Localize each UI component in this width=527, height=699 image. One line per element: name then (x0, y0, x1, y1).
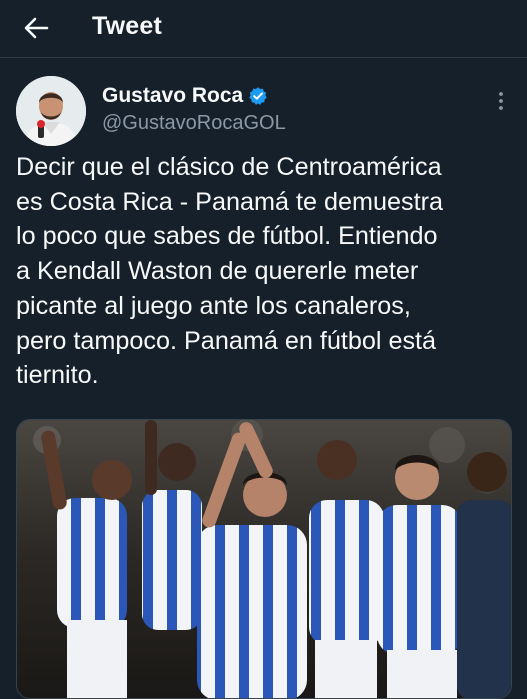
more-vertical-icon (499, 92, 503, 110)
author-handle[interactable]: @GustavoRocaGOL (102, 112, 286, 135)
author-name: Gustavo Roca (102, 84, 244, 107)
page-title: Tweet (92, 12, 162, 40)
top-bar: Tweet (0, 0, 527, 58)
avatar[interactable] (16, 76, 86, 146)
profile-photo-icon (16, 76, 86, 146)
arrow-left-icon (24, 17, 49, 39)
author-name-row[interactable]: Gustavo Roca (102, 84, 268, 108)
tweet-text: Decir que el clásico de Centroamérica es… (16, 153, 443, 390)
more-options-button[interactable] (486, 86, 516, 116)
team-celebration-photo-icon (17, 420, 511, 698)
back-button[interactable] (18, 10, 54, 46)
tweet-media-photo[interactable] (16, 419, 512, 699)
verified-badge-icon (249, 87, 267, 105)
